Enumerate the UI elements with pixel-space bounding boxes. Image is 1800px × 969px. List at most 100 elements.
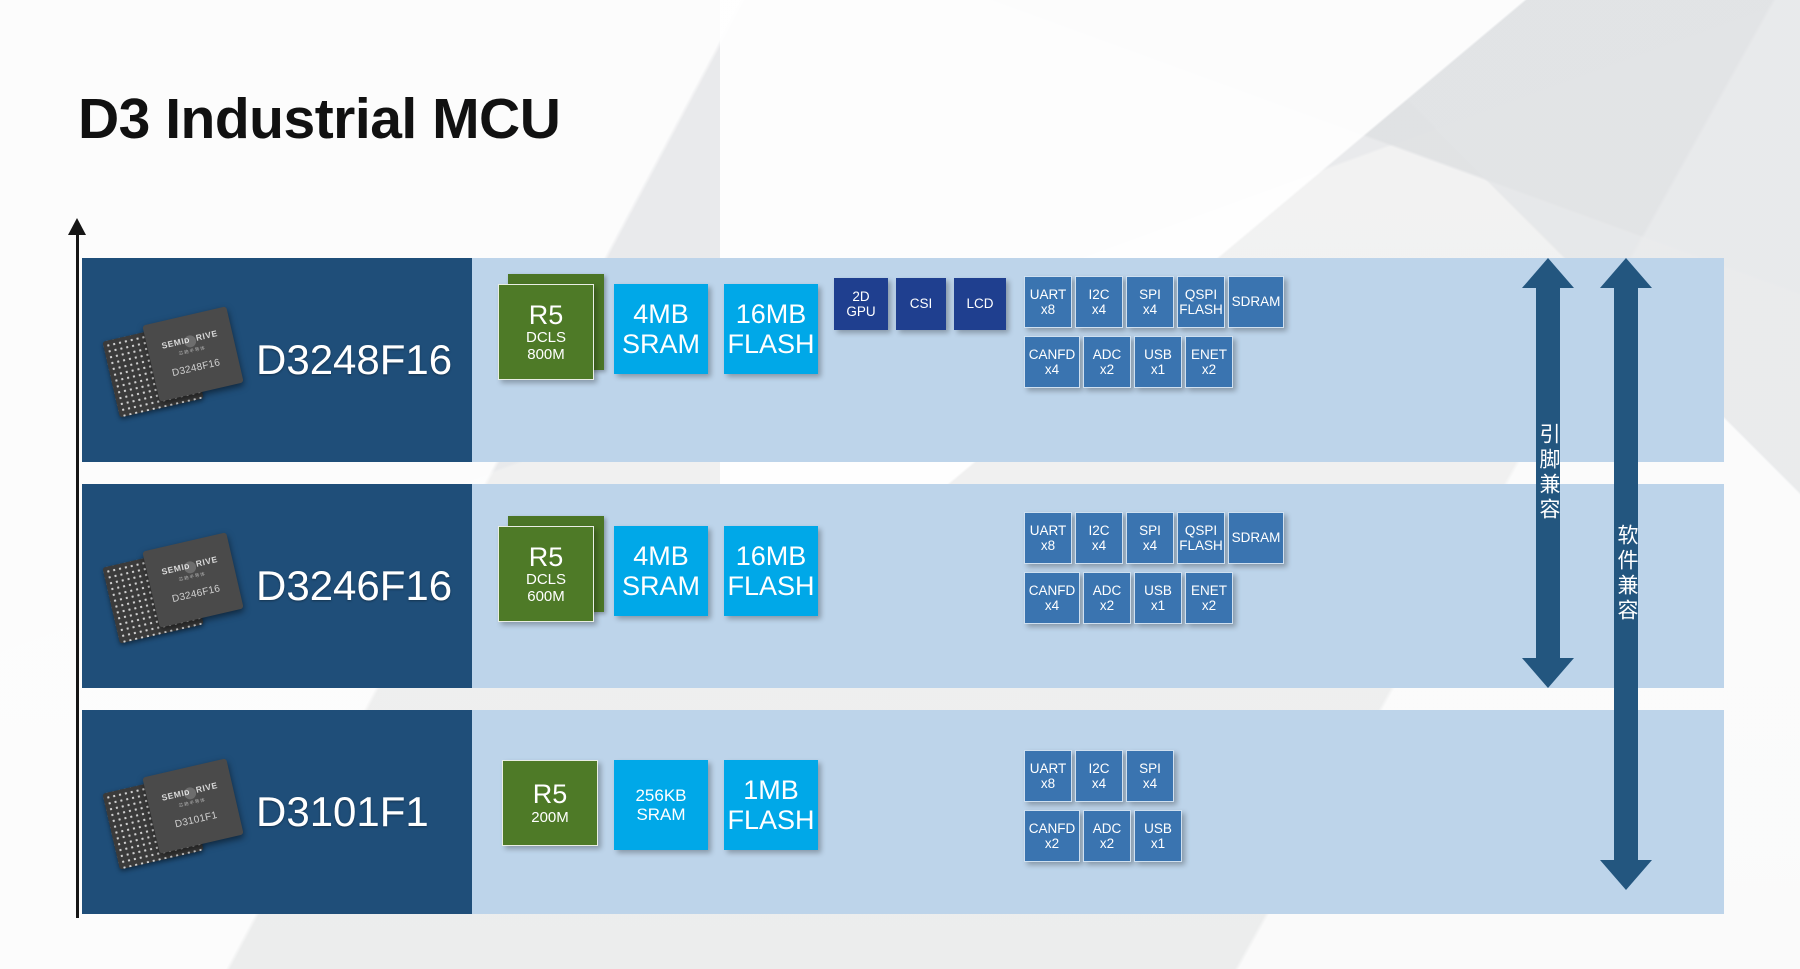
peripheral-qty: x1 bbox=[1150, 598, 1166, 613]
peripheral-qty: x4 bbox=[1044, 598, 1060, 613]
peripheral-name: SDRAM bbox=[1231, 294, 1281, 310]
memory-type: SRAM bbox=[621, 329, 700, 359]
peripheral-qty: x4 bbox=[1142, 538, 1158, 553]
memory-block: 16MB FLASH bbox=[724, 526, 818, 616]
part-number-label: D3101F1 bbox=[256, 788, 429, 835]
page-title: D3 Industrial MCU bbox=[78, 87, 561, 151]
peripheral-qty: x2 bbox=[1044, 836, 1060, 851]
chip-top-face: SEMID RIVE 芯驰半导体 D3246F16 bbox=[142, 532, 244, 628]
peripheral-name: ENET bbox=[1190, 346, 1227, 362]
core-detail-2: 800M bbox=[527, 346, 565, 364]
arrow-head-down bbox=[1522, 658, 1574, 688]
mcu-row-header: SEMID RIVE 芯驰半导体 D3248F16 D3248F16 bbox=[82, 258, 472, 462]
peripheral-qty: FLASH bbox=[1179, 538, 1223, 553]
chip-part-marking: D3101F1 bbox=[173, 809, 219, 831]
peripheral-qty: x4 bbox=[1142, 302, 1158, 317]
peripheral-qty: x1 bbox=[1150, 836, 1166, 851]
performance-axis bbox=[76, 228, 79, 918]
peripheral-qty: x4 bbox=[1091, 776, 1107, 791]
chip-top-face: SEMID RIVE 芯驰半导体 D3248F16 bbox=[142, 306, 244, 402]
peripheral-qty: x2 bbox=[1099, 598, 1115, 613]
media-label-1: 2D bbox=[852, 288, 870, 304]
peripheral-qty: x2 bbox=[1099, 362, 1115, 377]
peripheral-name: CANFD bbox=[1028, 582, 1076, 598]
peripheral-qty: x1 bbox=[1150, 362, 1166, 377]
peripheral-block: ENET x2 bbox=[1185, 336, 1233, 388]
peripheral-block: ADC x2 bbox=[1083, 572, 1131, 624]
peripheral-block: USB x1 bbox=[1134, 336, 1182, 388]
core-detail-1: DCLS bbox=[525, 571, 566, 589]
peripheral-name: SPI bbox=[1139, 760, 1161, 776]
core-name: R5 bbox=[528, 542, 564, 573]
memory-type: FLASH bbox=[727, 805, 815, 835]
arrow-label: 软件兼容 bbox=[1615, 524, 1638, 624]
peripheral-name: SDRAM bbox=[1231, 530, 1281, 546]
peripheral-name: USB bbox=[1144, 346, 1172, 362]
peripheral-qty: x4 bbox=[1091, 302, 1107, 317]
peripheral-name: QSPI bbox=[1184, 522, 1218, 538]
peripheral-qty: x8 bbox=[1040, 538, 1056, 553]
chip-package-image: SEMID RIVE 芯驰半导体 D3248F16 bbox=[102, 301, 244, 419]
peripheral-block: I2C x4 bbox=[1075, 512, 1123, 564]
peripheral-block: SDRAM bbox=[1228, 276, 1284, 328]
peripheral-name: ADC bbox=[1092, 346, 1122, 362]
core-name: R5 bbox=[528, 300, 564, 331]
peripheral-block: UART x8 bbox=[1024, 750, 1072, 802]
core-detail-1: DCLS bbox=[525, 329, 566, 347]
chip-package-image: SEMID RIVE 芯驰半导体 D3246F16 bbox=[102, 527, 244, 645]
peripheral-block: QSPI FLASH bbox=[1177, 512, 1225, 564]
part-number-label: D3248F16 bbox=[256, 336, 453, 383]
mcu-row-blocks: R5 200M 256KB SRAM 1MB FLASH UART x8 I2C x4 SPI x4 C… bbox=[472, 710, 1724, 914]
media-label-1: LCD bbox=[966, 296, 994, 312]
peripheral-block: ADC x2 bbox=[1083, 810, 1131, 862]
memory-size: 1MB bbox=[743, 774, 799, 805]
peripheral-block: USB x1 bbox=[1134, 572, 1182, 624]
peripheral-name: UART bbox=[1029, 522, 1067, 538]
mcu-row: SEMID RIVE 芯驰半导体 D3101F1 D3101F1 R5 200M 256KB S… bbox=[82, 710, 1724, 914]
media-block: 2D GPU bbox=[834, 278, 888, 330]
peripheral-name: I2C bbox=[1088, 286, 1110, 302]
memory-size: 4MB bbox=[633, 298, 689, 329]
media-label-2: GPU bbox=[846, 304, 876, 319]
peripheral-name: USB bbox=[1144, 582, 1172, 598]
peripheral-block: SPI x4 bbox=[1126, 512, 1174, 564]
peripheral-qty: x2 bbox=[1201, 362, 1217, 377]
chip-part-marking: D3246F16 bbox=[171, 583, 222, 606]
chip-part-marking: D3248F16 bbox=[171, 357, 222, 380]
peripheral-block: CANFD x4 bbox=[1024, 336, 1080, 388]
core-block: R5 DCLS 600M bbox=[498, 526, 594, 622]
peripheral-block: QSPI FLASH bbox=[1177, 276, 1225, 328]
arrow-head-down bbox=[1600, 860, 1652, 890]
arrow-shaft: 引脚兼容 bbox=[1536, 288, 1560, 658]
peripheral-block: SPI x4 bbox=[1126, 750, 1174, 802]
memory-block: 4MB SRAM bbox=[614, 284, 708, 374]
memory-block: 256KB SRAM bbox=[614, 760, 708, 850]
peripheral-name: I2C bbox=[1088, 760, 1110, 776]
arrow-pin-compatible: 引脚兼容 bbox=[1522, 258, 1574, 688]
arrow-head-up bbox=[1600, 258, 1652, 288]
mcu-row-header: SEMID RIVE 芯驰半导体 D3101F1 D3101F1 bbox=[82, 710, 472, 914]
peripheral-block: SDRAM bbox=[1228, 512, 1284, 564]
peripheral-qty: FLASH bbox=[1179, 302, 1223, 317]
peripheral-qty: x4 bbox=[1044, 362, 1060, 377]
peripheral-name: ADC bbox=[1092, 582, 1122, 598]
peripheral-block: CANFD x2 bbox=[1024, 810, 1080, 862]
arrow-head-up bbox=[1522, 258, 1574, 288]
media-block: LCD bbox=[954, 278, 1006, 330]
core-detail-2: 600M bbox=[527, 588, 565, 606]
peripheral-qty: x2 bbox=[1099, 836, 1115, 851]
peripheral-name: SPI bbox=[1139, 522, 1161, 538]
peripheral-name: USB bbox=[1144, 820, 1172, 836]
peripheral-name: I2C bbox=[1088, 522, 1110, 538]
peripheral-name: CANFD bbox=[1028, 346, 1076, 362]
peripheral-qty: x4 bbox=[1091, 538, 1107, 553]
part-number-label: D3246F16 bbox=[256, 562, 453, 609]
peripheral-name: UART bbox=[1029, 286, 1067, 302]
peripheral-block: I2C x4 bbox=[1075, 750, 1123, 802]
peripheral-qty: x2 bbox=[1201, 598, 1217, 613]
peripheral-name: UART bbox=[1029, 760, 1067, 776]
memory-block: 4MB SRAM bbox=[614, 526, 708, 616]
media-label-1: CSI bbox=[909, 296, 933, 312]
memory-size: 16MB bbox=[735, 540, 807, 571]
peripheral-name: ENET bbox=[1190, 582, 1227, 598]
